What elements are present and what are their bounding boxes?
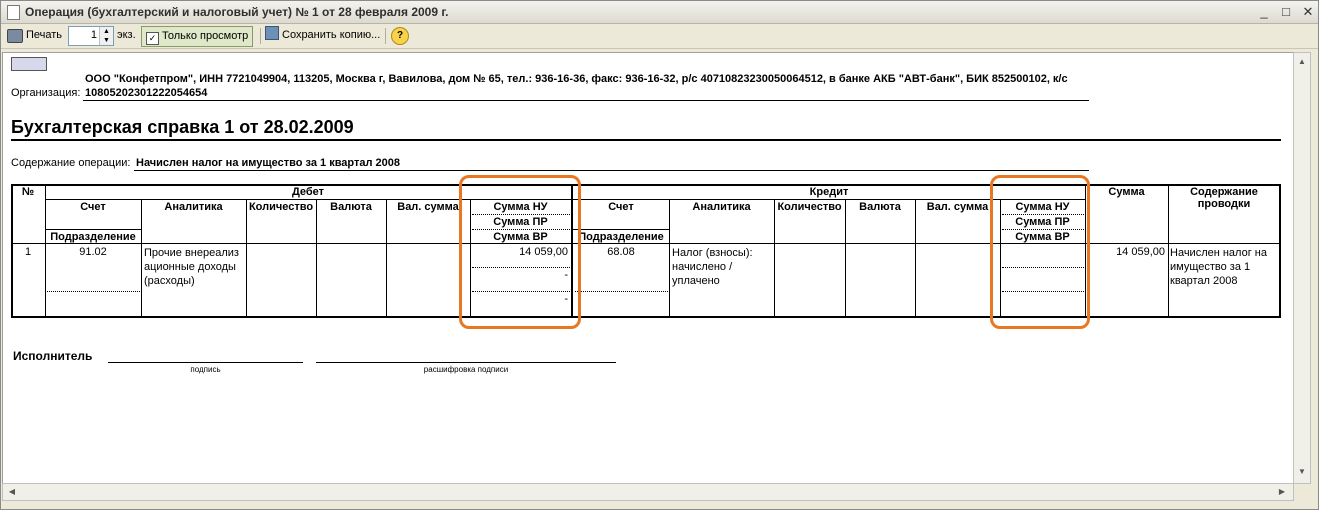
close-button[interactable]: ✕ <box>1299 4 1317 20</box>
view-only-label: Только просмотр <box>162 30 249 42</box>
signature-caption: подпись <box>190 365 221 374</box>
checkmark-icon: ✓ <box>146 32 159 45</box>
credit-analytics: Налог (взносы): начислено / уплачено <box>672 247 753 287</box>
window-title: Операция (бухгалтерский и налоговый учет… <box>25 5 449 19</box>
copies-stepper[interactable]: 1 ▲ ▼ <box>68 26 114 46</box>
title-bar: Операция (бухгалтерский и налоговый учет… <box>1 1 1318 24</box>
vertical-scrollbar[interactable]: ▲ ▼ <box>1293 52 1311 484</box>
credit-account-header: Счет <box>608 201 634 213</box>
decoding-caption: расшифровка подписи <box>423 365 509 374</box>
toolbar: Печать 1 ▲ ▼ экз. ✓ Только просмотр Сохран… <box>1 24 1318 49</box>
toolbar-separator <box>385 28 386 44</box>
view-only-button[interactable]: ✓ Только просмотр <box>141 26 254 47</box>
printer-icon <box>7 29 23 43</box>
cell-marker <box>11 57 47 71</box>
debit-analytics-header: Аналитика <box>164 201 223 213</box>
grid-line <box>845 199 846 316</box>
copies-unit-label: экз. <box>117 29 136 41</box>
print-button[interactable]: Печать <box>26 26 62 45</box>
grid-line <box>45 229 141 230</box>
page-title: Бухгалтерская справка 1 от 28.02.2009 <box>11 117 354 137</box>
sum-header: Сумма <box>1108 186 1145 198</box>
credit-quantity-header: Количество <box>777 201 842 213</box>
debit-currency-header: Валюта <box>330 201 372 213</box>
decoding-line <box>316 362 616 363</box>
credit-division-header: Подразделение <box>578 231 664 243</box>
grid-line <box>573 229 669 230</box>
document-icon <box>7 5 20 20</box>
table-border-right <box>1279 184 1281 318</box>
col-number-header: № <box>21 186 35 198</box>
operation-underline <box>134 170 1089 171</box>
grid-line <box>316 199 317 316</box>
credit-cur-sum-header: Вал. сумма <box>926 201 989 213</box>
org-details: ООО "Конфетпром", ИНН 7721049904, 113205… <box>85 73 1068 85</box>
grid-line <box>11 243 1281 244</box>
table-border-bottom <box>11 316 1281 318</box>
dotted-line <box>47 291 140 292</box>
org-underline <box>83 100 1089 101</box>
grid-line <box>774 199 775 316</box>
copies-value: 1 <box>90 29 97 41</box>
row-number: 1 <box>24 246 32 258</box>
highlight-debit-sums <box>459 175 581 329</box>
help-icon[interactable]: ? <box>391 27 409 45</box>
horizontal-scrollbar[interactable]: ◀ ▶ <box>2 483 1294 501</box>
toolbar-separator <box>260 28 261 44</box>
stepper-arrows-icon[interactable]: ▲ ▼ <box>99 27 113 45</box>
operation-label: Содержание операции: <box>11 157 131 169</box>
highlight-credit-sums <box>990 175 1090 329</box>
maximize-button[interactable]: □ <box>1277 4 1295 20</box>
grid-line <box>386 199 387 316</box>
debit-quantity-header: Количество <box>248 201 314 213</box>
minimize-button[interactable]: _ <box>1255 4 1273 20</box>
debit-account-header: Счет <box>80 201 106 213</box>
save-copy-button[interactable]: Сохранить копию... <box>265 26 380 45</box>
title-rule <box>11 139 1281 141</box>
content-header: Содержание проводки <box>1190 186 1258 210</box>
save-copy-label: Сохранить копию... <box>282 29 381 41</box>
scroll-up-icon[interactable]: ▲ <box>1295 55 1309 69</box>
debit-account: 91.02 <box>79 246 107 258</box>
operation-value: Начислен налог на имущество за 1 квартал… <box>136 157 401 169</box>
report-document: ООО "Конфетпром", ИНН 7721049904, 113205… <box>2 52 1294 484</box>
scroll-down-icon[interactable]: ▼ <box>1295 465 1309 479</box>
row-content: Начислен налог на имущество за 1 квартал… <box>1170 247 1267 287</box>
credit-currency-header: Валюта <box>859 201 901 213</box>
debit-cur-sum-header: Вал. сумма <box>397 201 459 213</box>
org-account: 10805202301222054654 <box>85 87 208 99</box>
grid-line <box>141 199 142 316</box>
grid-line <box>669 199 670 316</box>
row-sum: 14 059,00 <box>1116 246 1165 258</box>
debit-division-header: Подразделение <box>50 231 136 243</box>
grid-line <box>246 199 247 316</box>
grid-line <box>1168 184 1169 316</box>
scroll-left-icon[interactable]: ◀ <box>5 485 19 499</box>
dotted-line <box>575 291 668 292</box>
credit-account: 68.08 <box>607 246 635 258</box>
signature-line <box>108 362 303 363</box>
grid-line <box>915 199 916 316</box>
debit-analytics: Прочие внереализационные доходы (расходы… <box>144 247 239 287</box>
save-icon <box>265 26 279 40</box>
executor-label: Исполнитель <box>13 349 93 363</box>
org-label: Организация: <box>11 87 81 99</box>
scroll-right-icon[interactable]: ▶ <box>1275 485 1289 499</box>
credit-analytics-header: Аналитика <box>692 201 751 213</box>
